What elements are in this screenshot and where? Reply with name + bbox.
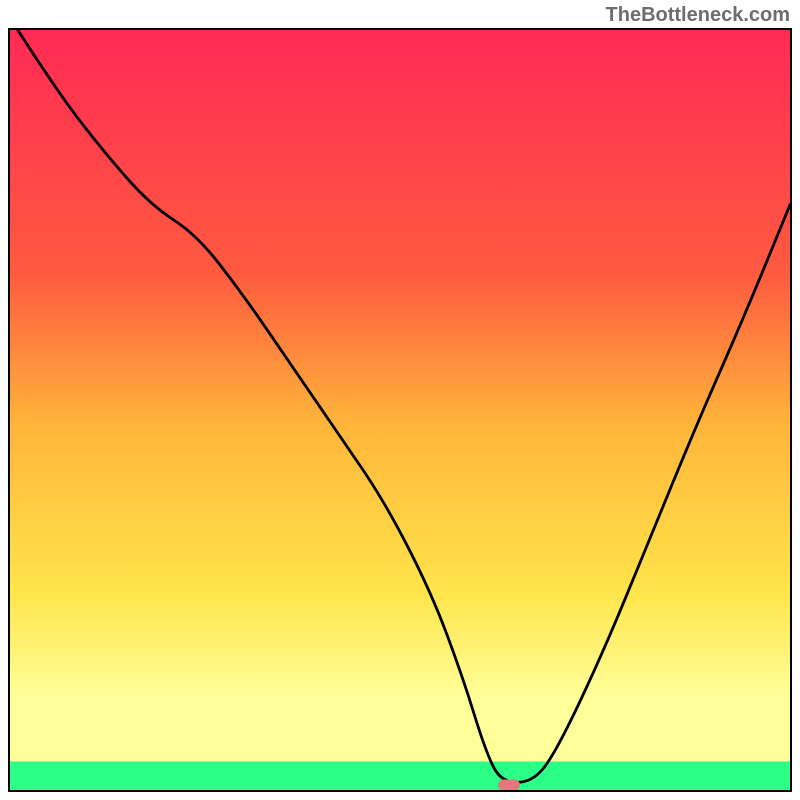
bottleneck-curve bbox=[10, 30, 790, 790]
optimal-marker bbox=[498, 779, 520, 790]
chart-stage: TheBottleneck.com bbox=[0, 0, 800, 800]
attribution-label: TheBottleneck.com bbox=[606, 4, 790, 27]
plot-area bbox=[8, 28, 792, 792]
